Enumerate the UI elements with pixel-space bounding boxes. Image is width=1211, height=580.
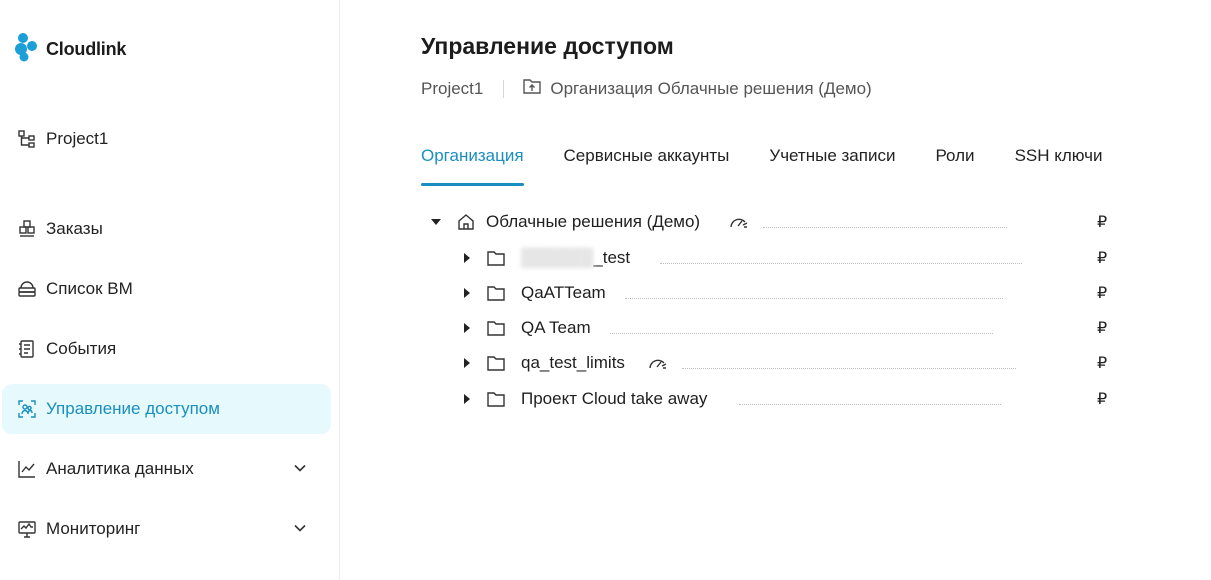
tree-row-label: _test	[593, 248, 631, 267]
breadcrumb: Project1 Организация Облачные решения (Д…	[421, 77, 872, 100]
sidebar-item-label: Управление доступом	[46, 399, 220, 418]
chevron-down-icon[interactable]	[291, 519, 309, 537]
cloudlink-logo-icon	[14, 32, 40, 67]
caret-down-icon[interactable]	[430, 216, 442, 228]
sidebar-item-label: Аналитика данных	[46, 459, 194, 478]
currency-sign: ₽	[1097, 250, 1108, 267]
sidebar-item-label: Заказы	[46, 219, 103, 238]
monitoring-icon	[16, 518, 38, 540]
dotted-leader	[739, 404, 1001, 405]
caret-right-icon[interactable]	[461, 252, 473, 264]
sidebar-item-access[interactable]: Управление доступом	[2, 384, 331, 434]
tree-root-label: Облачные решения (Демо)	[486, 212, 701, 231]
sidebar-item-label: Список ВМ	[46, 279, 133, 298]
breadcrumb-organization[interactable]: Организация Облачные решения (Демо)	[522, 77, 872, 100]
logo[interactable]: Cloudlink	[14, 32, 126, 67]
tree-row[interactable]: qa_test_limits ₽	[421, 346, 1121, 380]
folder-icon	[485, 247, 507, 269]
tab-user-accounts[interactable]: Учетные записи	[769, 146, 895, 186]
currency-sign: ₽	[1097, 320, 1108, 337]
chevron-down-icon[interactable]	[291, 459, 309, 477]
tree-row[interactable]: QaATTeam ₽	[421, 276, 1121, 310]
caret-right-icon[interactable]	[461, 357, 473, 369]
breadcrumb-project[interactable]: Project1	[421, 79, 483, 99]
currency-sign: ₽	[1097, 285, 1108, 302]
dotted-leader	[660, 263, 1022, 264]
folder-icon	[485, 388, 507, 410]
tab-roles[interactable]: Роли	[935, 146, 974, 186]
breadcrumb-organization-label: Организация Облачные решения (Демо)	[550, 78, 872, 98]
caret-right-icon[interactable]	[461, 393, 473, 405]
sidebar-item-vm-list[interactable]: Список ВМ	[2, 264, 331, 314]
redacted-text: ██████	[521, 248, 594, 267]
project-tree-icon	[16, 128, 38, 150]
sidebar-project-label: Project1	[46, 129, 109, 148]
tree-row-label: Проект Cloud take away	[521, 389, 708, 408]
tree-row[interactable]: QA Team ₽	[421, 311, 1121, 345]
tree-row-label: QA Team	[521, 318, 591, 337]
access-icon	[16, 398, 38, 420]
sidebar-item-orders[interactable]: Заказы	[2, 204, 331, 254]
folder-icon	[485, 317, 507, 339]
limit-gauge-icon	[648, 355, 668, 371]
currency-sign: ₽	[1097, 355, 1108, 372]
currency-sign: ₽	[1097, 214, 1108, 231]
tree-row-label: qa_test_limits	[521, 353, 625, 372]
page-title: Управление доступом	[421, 33, 674, 59]
tree-row[interactable]: Проект Cloud take away ₽	[421, 382, 1121, 416]
tree-row[interactable]: ██████_test ₽	[421, 241, 1121, 275]
vm-list-icon	[16, 278, 38, 300]
folder-up-icon	[522, 77, 542, 100]
dotted-leader	[682, 368, 1016, 369]
folder-icon	[485, 352, 507, 374]
caret-right-icon[interactable]	[461, 287, 473, 299]
dotted-leader	[610, 333, 993, 334]
app-name: Cloudlink	[46, 39, 127, 59]
tab-bar: Организация Сервисные аккаунты Учетные з…	[421, 146, 1143, 186]
tab-organization[interactable]: Организация	[421, 146, 524, 186]
currency-sign: ₽	[1097, 391, 1108, 408]
home-icon	[455, 211, 477, 233]
events-icon	[16, 338, 38, 360]
dotted-leader	[763, 227, 1007, 228]
tree-row-label: QaATTeam	[521, 283, 606, 302]
sidebar-project[interactable]: Project1	[2, 114, 331, 164]
orders-icon	[16, 218, 38, 240]
limit-gauge-icon	[729, 214, 749, 230]
folder-icon	[485, 282, 507, 304]
breadcrumb-divider	[503, 79, 505, 98]
analytics-icon	[16, 458, 38, 480]
sidebar-item-label: Мониторинг	[46, 519, 141, 538]
tree-root-row[interactable]: Облачные решения (Демо) ₽	[421, 205, 1121, 239]
dotted-leader	[625, 298, 1003, 299]
tab-ssh-keys[interactable]: SSH ключи	[1015, 146, 1103, 186]
sidebar-item-events[interactable]: События	[2, 324, 331, 374]
caret-right-icon[interactable]	[461, 322, 473, 334]
sidebar-item-analytics[interactable]: Аналитика данных	[2, 444, 331, 494]
sidebar: Cloudlink Project1 Заказы Список ВМ Собы…	[0, 0, 340, 580]
sidebar-item-monitoring[interactable]: Мониторинг	[2, 504, 331, 554]
tab-service-accounts[interactable]: Сервисные аккаунты	[564, 146, 730, 186]
sidebar-item-label: События	[46, 339, 117, 358]
